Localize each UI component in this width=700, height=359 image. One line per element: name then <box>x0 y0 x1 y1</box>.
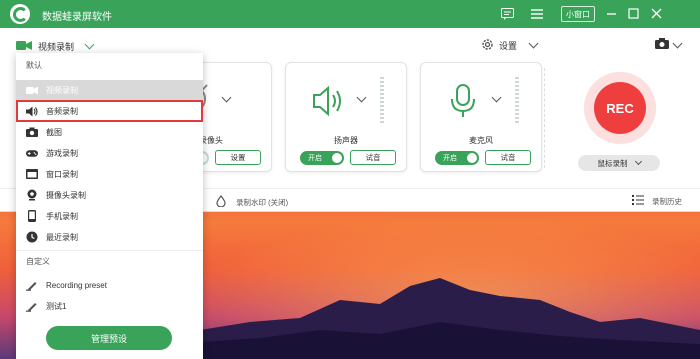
mode-dropdown-menu: 默认 视频录制 音频录制 截图 游戏录制 窗口录制 摄像头录制 手机录制 最近录… <box>16 53 203 359</box>
menu-item-phone-record[interactable]: 手机录制 <box>16 206 203 226</box>
drop-icon <box>216 195 226 209</box>
manage-presets-button[interactable]: 管理预设 <box>46 326 172 350</box>
menu-item-preset-test1[interactable]: 测试1 <box>16 296 203 316</box>
menu-item-label: 视频录制 <box>46 85 78 95</box>
menu-item-preset-recording[interactable]: Recording preset <box>16 275 203 295</box>
webcam-settings-button[interactable]: 设置 <box>215 150 261 165</box>
chevron-down-icon <box>84 39 95 50</box>
preset-icon <box>26 300 38 312</box>
menu-item-label: 最近录制 <box>46 232 78 242</box>
gamepad-icon <box>26 147 38 159</box>
menu-item-label: Recording preset <box>46 280 107 290</box>
close-icon[interactable] <box>649 7 663 20</box>
app-title: 数据蛙录屏软件 <box>42 12 112 23</box>
microphone-label: 麦克风 <box>469 136 493 145</box>
menu-custom-header: 自定义 <box>26 257 50 266</box>
mode-selector[interactable]: 视频录制 <box>16 38 95 54</box>
mouse-record-label: 鼠标录制 <box>597 158 628 168</box>
app-logo-icon <box>10 4 30 24</box>
menu-item-recent-record[interactable]: 最近录制 <box>16 227 203 247</box>
window-icon <box>26 168 38 180</box>
message-icon[interactable] <box>500 7 514 20</box>
menu-item-label: 音频录制 <box>46 106 78 116</box>
list-icon <box>632 195 644 207</box>
speaker-label: 扬声器 <box>334 136 358 145</box>
settings-button[interactable]: 设置 <box>481 37 539 53</box>
history-label: 录制历史 <box>652 196 682 206</box>
menu-default-header: 默认 <box>26 61 42 70</box>
title-bar: 数据蛙录屏软件 小窗口 <box>0 0 700 28</box>
webcam-chevron-icon[interactable] <box>221 92 232 103</box>
menu-item-label: 窗口录制 <box>46 169 78 179</box>
speaker-level-bar <box>380 77 384 125</box>
speaker-test-button[interactable]: 试音 <box>350 150 396 165</box>
clock-icon <box>26 231 38 243</box>
preset-icon <box>26 279 38 291</box>
gear-icon <box>481 38 494 53</box>
menu-item-label: 摄像头录制 <box>46 190 86 200</box>
video-camera-icon <box>26 84 38 96</box>
menu-divider <box>16 250 203 251</box>
speaker-icon <box>308 81 348 121</box>
microphone-test-button[interactable]: 试音 <box>485 150 531 165</box>
speaker-toggle[interactable]: 开启 <box>300 151 344 165</box>
watermark-toggle[interactable]: 录制水印 (关闭) <box>216 195 288 209</box>
menu-item-screenshot[interactable]: 截图 <box>16 122 203 142</box>
menu-item-label: 手机录制 <box>46 211 78 221</box>
mode-label: 视频录制 <box>38 41 75 52</box>
microphone-card: 麦克风 开启 试音 <box>420 62 542 172</box>
divider <box>544 68 545 168</box>
settings-label: 设置 <box>499 40 518 51</box>
settings-chevron-icon <box>528 38 539 49</box>
microphone-level-bar <box>515 77 519 125</box>
camera-icon <box>26 126 38 138</box>
mouse-record-chevron-icon <box>634 157 642 166</box>
menu-item-label: 游戏录制 <box>46 148 78 158</box>
microphone-chevron-icon[interactable] <box>491 92 502 103</box>
mouse-record-button[interactable]: 鼠标录制 <box>578 155 660 171</box>
menu-item-label: 测试1 <box>46 301 67 311</box>
rec-button[interactable]: REC <box>594 82 646 134</box>
speaker-icon <box>26 105 38 117</box>
menu-item-game-record[interactable]: 游戏录制 <box>16 143 203 163</box>
watermark-label: 录制水印 (关闭) <box>236 197 289 207</box>
menu-item-label: 截图 <box>46 127 62 137</box>
microphone-icon <box>443 81 483 121</box>
menu-item-webcam-record[interactable]: 摄像头录制 <box>16 185 203 205</box>
camera-icon <box>655 38 669 51</box>
speaker-card: 扬声器 开启 试音 <box>285 62 407 172</box>
microphone-toggle[interactable]: 开启 <box>435 151 479 165</box>
history-button[interactable]: 录制历史 <box>632 195 682 207</box>
video-camera-icon <box>16 40 32 53</box>
camera-chevron-icon <box>672 38 683 48</box>
screenshot-button[interactable] <box>655 38 683 51</box>
mini-window-button[interactable]: 小窗口 <box>561 6 595 22</box>
webcam-icon <box>26 189 38 201</box>
menu-item-window-record[interactable]: 窗口录制 <box>16 164 203 184</box>
menu-item-video-record[interactable]: 视频录制 <box>16 80 203 100</box>
maximize-icon[interactable] <box>626 7 640 20</box>
phone-icon <box>26 210 38 222</box>
menu-icon[interactable] <box>530 7 544 20</box>
minimize-icon[interactable] <box>604 7 618 20</box>
menu-item-audio-record[interactable]: 音频录制 <box>16 101 203 121</box>
speaker-chevron-icon[interactable] <box>356 92 367 103</box>
